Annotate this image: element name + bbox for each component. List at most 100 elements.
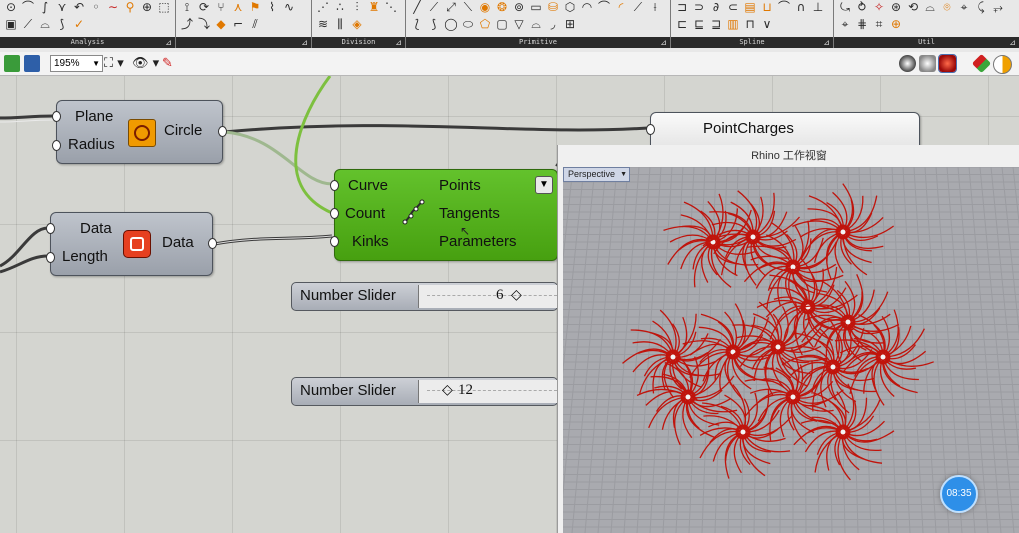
output-port[interactable] <box>208 238 217 249</box>
project-icon[interactable]: ⌓ <box>923 0 937 15</box>
branch-icon[interactable]: ⤴ <box>180 17 194 32</box>
curve-icon[interactable]: ∫ <box>38 0 52 15</box>
fillet-icon[interactable]: ⥁ <box>855 0 869 15</box>
explode-icon[interactable]: ✧ <box>872 0 886 15</box>
circle-component[interactable]: Plane Radius Circle <box>52 100 227 164</box>
preview-mesh-icon[interactable] <box>993 55 1012 74</box>
chain-icon[interactable]: ⚲ <box>123 0 137 15</box>
polygon-icon[interactable]: ⬠ <box>478 17 492 32</box>
data-component[interactable]: Data Length Data <box>46 212 217 276</box>
util-icon[interactable]: ⤹ <box>974 0 988 15</box>
open-file-button[interactable] <box>4 55 20 72</box>
rectangle-icon[interactable]: ▭ <box>529 0 543 15</box>
slider-track[interactable] <box>418 380 557 403</box>
spline-icon[interactable]: ∨ <box>760 17 774 32</box>
preview-shaded-icon[interactable] <box>938 54 957 73</box>
arc-icon[interactable]: ◠ <box>580 0 594 15</box>
preview-off-icon[interactable] <box>899 55 916 72</box>
arc-icon[interactable]: ↶ <box>72 0 86 15</box>
eye-icon[interactable]: 👁 ▾ <box>132 55 159 72</box>
spline-icon[interactable]: ∂ <box>709 0 723 15</box>
polygon-icon[interactable]: ⬡ <box>563 0 577 15</box>
join-icon[interactable]: ⊛ <box>889 0 903 15</box>
curve-icon[interactable]: ⫽ <box>248 17 262 32</box>
arc-icon[interactable]: ◜ <box>614 0 628 15</box>
contour-icon[interactable]: ≋ <box>316 17 330 32</box>
circle-3pt-icon[interactable]: ❂ <box>495 0 509 15</box>
divide-curve-icon[interactable]: ⋰ <box>316 0 330 15</box>
square-icon[interactable]: ⬚ <box>157 0 171 15</box>
spline-icon[interactable]: ⊃ <box>692 0 706 15</box>
spline-icon[interactable]: ⊔ <box>760 0 774 15</box>
input-port[interactable] <box>330 208 339 219</box>
rhino-viewport-window[interactable]: Rhino 工作视窗 Perspective ▼ <box>557 145 1019 533</box>
spline-icon[interactable]: ⊥ <box>811 0 825 15</box>
slider-track[interactable] <box>418 285 557 308</box>
number-slider-count[interactable]: Number Slider 6 ◇ <box>291 282 558 311</box>
util-icon[interactable]: ⋕ <box>855 17 869 32</box>
input-port[interactable] <box>52 140 61 151</box>
division-icon[interactable]: ⫼ <box>333 17 347 32</box>
gem-icon[interactable]: ◆ <box>214 17 228 32</box>
seam-icon[interactable]: ⌾ <box>940 0 954 15</box>
grid-icon[interactable]: ⊞ <box>563 17 577 32</box>
input-port[interactable] <box>646 124 655 135</box>
check-icon[interactable]: ✓ <box>72 17 86 32</box>
input-port[interactable] <box>46 223 55 234</box>
output-port[interactable] <box>218 126 227 137</box>
line-icon[interactable]: ⟋ <box>631 0 645 15</box>
divide-length-icon[interactable]: ⫶ <box>350 0 364 15</box>
util-icon[interactable]: ⊕ <box>889 17 903 32</box>
spline-icon[interactable]: ⊏ <box>675 17 689 32</box>
curve-icon[interactable]: ∿ <box>282 0 296 15</box>
spline-icon[interactable]: ∩ <box>794 0 808 15</box>
point-icon[interactable]: ⊙ <box>4 0 18 15</box>
curve-icon[interactable]: ⌐ <box>231 17 245 32</box>
preview-wire-icon[interactable] <box>919 55 936 72</box>
util-icon[interactable]: ⌖ <box>838 17 852 32</box>
save-file-button[interactable] <box>24 55 40 72</box>
arc-icon[interactable]: ⌒ <box>597 0 611 15</box>
circle-icon[interactable]: ◉ <box>478 0 492 15</box>
rotate-icon[interactable]: ⟳ <box>197 0 211 15</box>
flip-icon[interactable]: ⟲ <box>906 0 920 15</box>
line-icon[interactable]: ╱ <box>410 0 424 15</box>
cylinder-icon[interactable]: ⛁ <box>546 0 560 15</box>
circle-icon[interactable]: ⊚ <box>512 0 526 15</box>
spline-icon[interactable]: ⊐ <box>675 0 689 15</box>
curve-icon[interactable]: ⟆ <box>55 17 69 32</box>
spline-icon[interactable]: ⊑ <box>692 17 706 32</box>
input-port[interactable] <box>330 236 339 247</box>
zoom-dropdown[interactable]: 195% ▼ <box>50 55 103 72</box>
line-icon[interactable]: ⟊ <box>648 0 662 15</box>
util-icon[interactable]: ⌗ <box>872 17 886 32</box>
util-icon[interactable]: ⌖ <box>957 0 971 15</box>
arc-icon[interactable]: ⌓ <box>38 17 52 32</box>
branch-icon[interactable]: ⤵ <box>197 17 211 32</box>
vertex-icon[interactable]: ⋎ <box>55 0 69 15</box>
divide-curve-component[interactable]: Curve Count Kinks Points Tangents Parame… <box>330 169 558 261</box>
divide-distance-icon[interactable]: ♜ <box>367 0 381 15</box>
input-port[interactable] <box>46 252 55 263</box>
line-icon[interactable]: ⟋ <box>427 0 441 15</box>
spline-icon[interactable]: ▤ <box>743 0 757 15</box>
line-icon[interactable]: ⟍ <box>461 0 475 15</box>
rectangle-icon[interactable]: ▢ <box>495 17 509 32</box>
util-icon[interactable]: ⥅ <box>991 0 1005 15</box>
line-icon[interactable]: ⟆ <box>427 17 441 32</box>
divide-domain-icon[interactable]: ◈ <box>350 17 364 32</box>
slider-grip-icon[interactable]: ◇ <box>442 381 453 398</box>
input-port[interactable] <box>52 111 61 122</box>
vertex-icon[interactable]: ⋏ <box>231 0 245 15</box>
zoom-extents-icon[interactable]: ⛶ ▾ <box>104 55 124 72</box>
viewport-tab[interactable]: Perspective ▼ <box>563 167 631 182</box>
spline-icon[interactable]: ⊂ <box>726 0 740 15</box>
shatter-icon[interactable]: ⋱ <box>384 0 398 15</box>
arc-icon[interactable]: ⌓ <box>529 17 543 32</box>
preview-selected-icon[interactable] <box>971 53 992 74</box>
chevron-down-icon[interactable]: ▼ <box>535 176 553 194</box>
point-icon[interactable]: ◦ <box>89 0 103 15</box>
box-icon[interactable]: ▣ <box>4 17 18 32</box>
arc-icon[interactable]: ◞ <box>546 17 560 32</box>
circle-icon[interactable]: ◯ <box>444 17 458 32</box>
